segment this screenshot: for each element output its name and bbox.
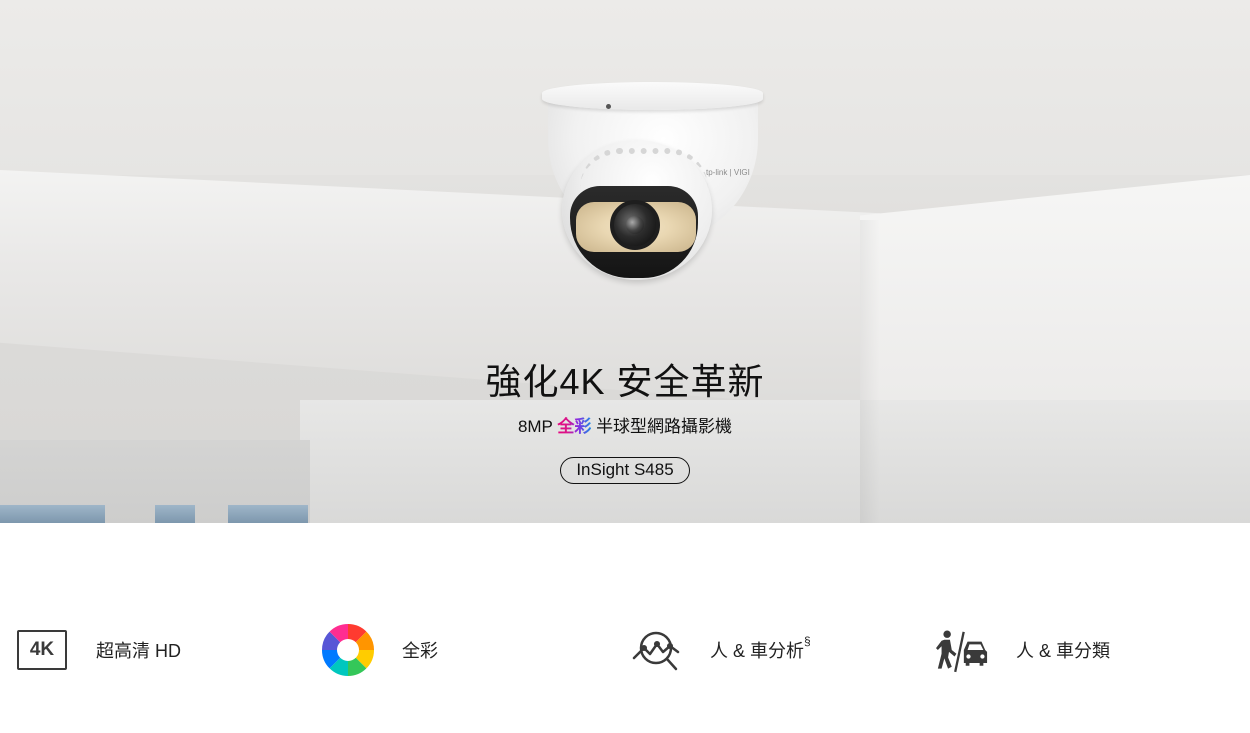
- window: [155, 505, 195, 523]
- window: [228, 505, 308, 523]
- 4k-badge-icon: 4K: [16, 624, 68, 676]
- feature-4k: 4K 超高清 HD: [16, 620, 181, 680]
- person-vehicle-icon: [936, 624, 988, 676]
- footnote-marker: §: [804, 634, 811, 648]
- subtitle-full-color: 全彩: [557, 417, 592, 436]
- feature-label: 全彩: [402, 641, 438, 661]
- feature-label: 人 & 車分類: [1016, 641, 1111, 661]
- hero-subtitle: 8MP 全彩 半球型網路攝影機: [0, 412, 1250, 437]
- model-badge: InSight S485: [560, 457, 690, 484]
- subtitle-prefix: 8MP: [517, 417, 553, 436]
- window: [0, 505, 105, 523]
- feature-full-color: 全彩: [322, 620, 438, 680]
- hero-banner: tp-link | VIGI 強化4K 安全革新 8MP 全彩 半球型網路攝影機…: [0, 0, 1250, 523]
- analytics-magnifier-icon: [630, 624, 682, 676]
- camera-brand-logo: tp-link | VIGI: [706, 168, 750, 177]
- color-wheel-icon: [322, 624, 374, 676]
- subtitle-suffix: 半球型網路攝影機: [596, 417, 733, 436]
- feature-classification: 人 & 車分類: [936, 620, 1110, 680]
- dome-camera-image: tp-link | VIGI: [540, 82, 765, 287]
- feature-label: 人 & 車分析§: [710, 634, 811, 661]
- feature-list: 4K 超高清 HD 全彩 人 & 車分析§ 人 & 車分類: [0, 620, 1250, 680]
- hero-title: 強化4K 安全革新: [485, 361, 765, 402]
- feature-analytics: 人 & 車分析§: [630, 620, 811, 680]
- feature-label: 超高清 HD: [96, 641, 181, 661]
